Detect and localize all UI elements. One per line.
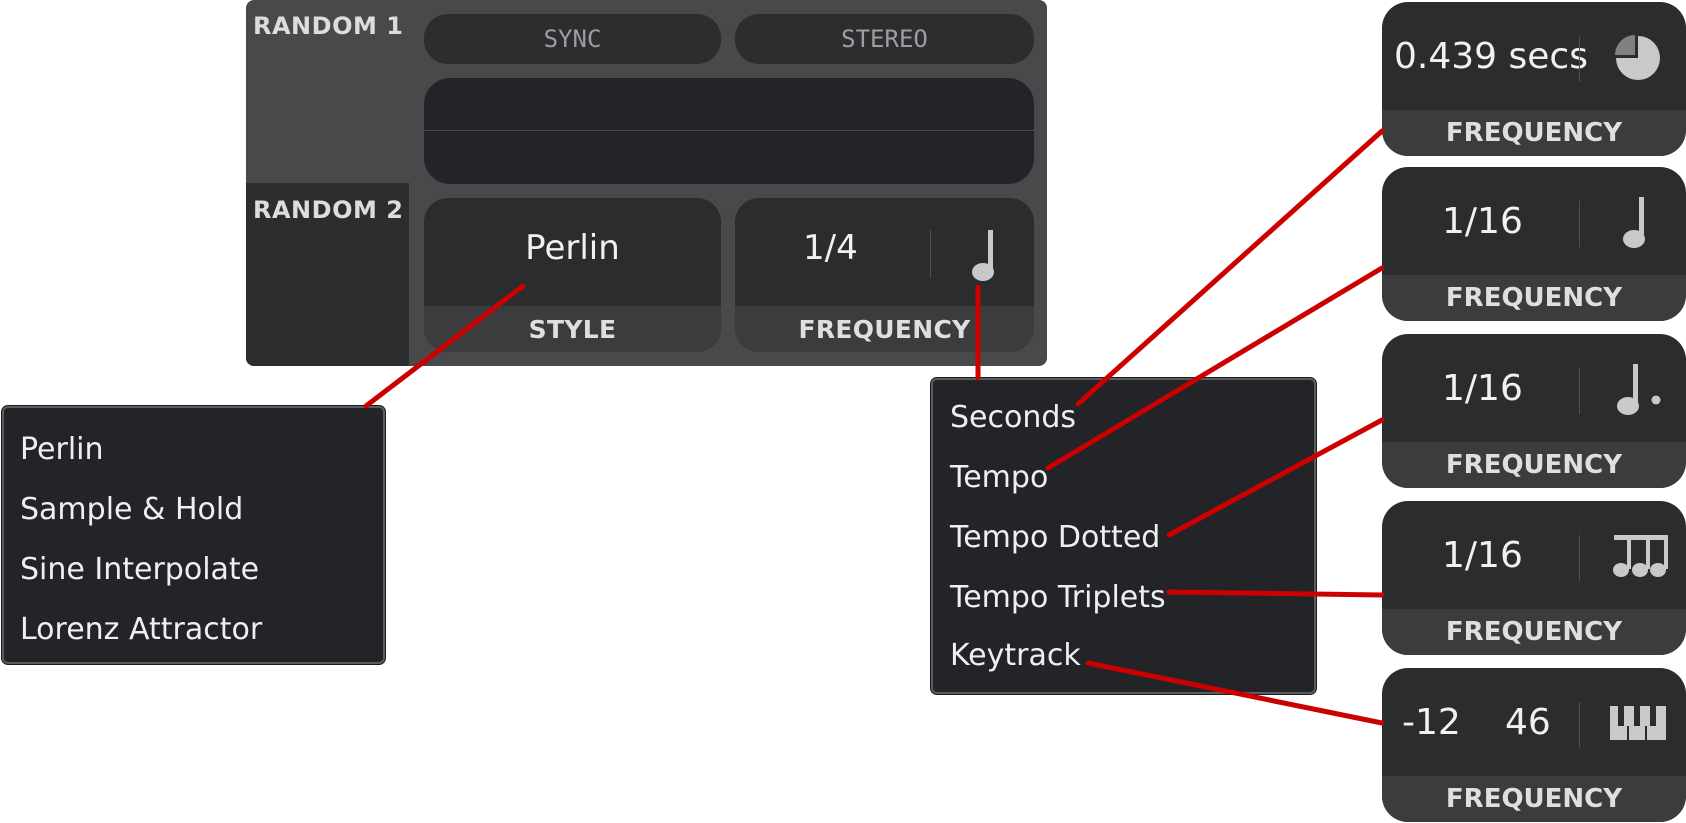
quarter-note-icon — [1623, 197, 1645, 248]
tab-random-2[interactable]: RANDOM 2 — [253, 196, 403, 224]
tab-random-1[interactable]: RANDOM 1 — [253, 12, 403, 40]
menu-item-tempo-dotted[interactable]: Tempo Dotted — [950, 520, 1160, 555]
card-divider — [1579, 36, 1580, 82]
menu-item-tempo[interactable]: Tempo — [950, 460, 1048, 495]
frequency-card-tempo-triplets[interactable]: 1/16 FREQUENCY — [1382, 501, 1686, 655]
style-selector[interactable]: Perlin STYLE — [424, 198, 721, 352]
graph-center-line — [424, 130, 1034, 131]
piano-keys-icon — [1610, 706, 1666, 740]
menu-item-keytrack[interactable]: Keytrack — [950, 638, 1081, 673]
keytrack-tune-value: 46 — [1505, 701, 1551, 743]
frequency-card-label: FREQUENCY — [1382, 275, 1686, 321]
frequency-control[interactable]: 1/4 FREQUENCY — [735, 198, 1034, 352]
style-value: Perlin — [525, 228, 620, 268]
triplet-notes-icon — [1613, 535, 1668, 577]
frequency-card-seconds[interactable]: 0.439 secs FREQUENCY — [1382, 2, 1686, 156]
card-divider — [1579, 201, 1580, 247]
frequency-mode-menu: Seconds Tempo Tempo Dotted Tempo Triplet… — [931, 378, 1316, 694]
frequency-card-label: FREQUENCY — [1382, 110, 1686, 156]
card-divider — [1579, 368, 1580, 414]
lfo-graph-display[interactable] — [424, 78, 1034, 184]
menu-item-sample-hold[interactable]: Sample & Hold — [20, 492, 243, 527]
frequency-divider — [930, 230, 931, 278]
pie-clock-icon — [1615, 35, 1660, 80]
card-divider — [1579, 535, 1580, 581]
frequency-card-label: FREQUENCY — [1382, 442, 1686, 488]
frequency-card-value: 1/16 — [1442, 534, 1523, 576]
card-divider — [1579, 702, 1580, 748]
frequency-value: 1/4 — [803, 228, 858, 268]
frequency-card-tempo[interactable]: 1/16 FREQUENCY — [1382, 167, 1686, 321]
frequency-card-label: FREQUENCY — [1382, 609, 1686, 655]
menu-item-tempo-triplets[interactable]: Tempo Triplets — [950, 580, 1166, 615]
frequency-card-value: 1/16 — [1442, 367, 1523, 409]
style-dropdown-menu: Perlin Sample & Hold Sine Interpolate Lo… — [2, 406, 385, 664]
menu-item-perlin[interactable]: Perlin — [20, 432, 104, 467]
stereo-button[interactable]: STEREO — [735, 14, 1034, 64]
frequency-card-value: 0.439 secs — [1394, 35, 1588, 77]
menu-item-lorenz-attractor[interactable]: Lorenz Attractor — [20, 612, 262, 647]
dotted-note-icon — [1617, 364, 1661, 415]
frequency-card-tempo-dotted[interactable]: 1/16 FREQUENCY — [1382, 334, 1686, 488]
menu-item-sine-interpolate[interactable]: Sine Interpolate — [20, 552, 259, 587]
sync-button[interactable]: SYNC — [424, 14, 721, 64]
quarter-note-icon[interactable] — [957, 228, 1007, 284]
menu-item-seconds[interactable]: Seconds — [950, 400, 1076, 435]
frequency-card-keytrack[interactable]: -12 46 FREQUENCY — [1382, 668, 1686, 822]
frequency-card-value: 1/16 — [1442, 200, 1523, 242]
frequency-label: FREQUENCY — [735, 306, 1034, 352]
callout-line-seconds — [1075, 128, 1385, 407]
style-label: STYLE — [424, 306, 721, 352]
frequency-card-label: FREQUENCY — [1382, 776, 1686, 822]
keytrack-transpose-value: -12 — [1402, 701, 1461, 743]
